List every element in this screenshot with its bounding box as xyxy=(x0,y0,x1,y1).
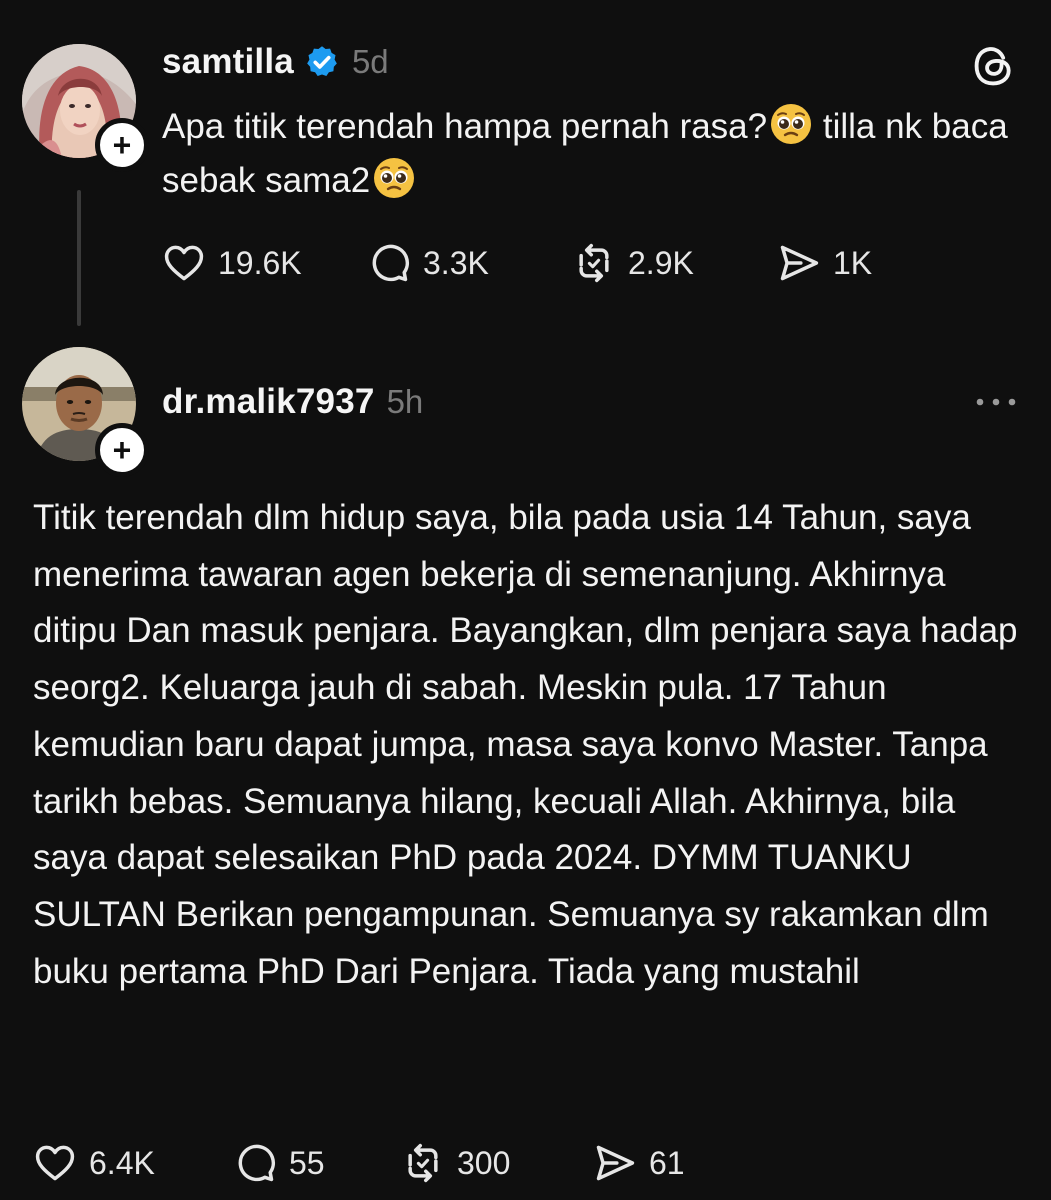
repost-icon xyxy=(579,243,609,283)
post-timestamp: 5d xyxy=(351,43,389,80)
parent-post-text: Apa titik terendah hampa pernah rasa? ti… xyxy=(162,100,1022,208)
parent-post-actions: 19.6K 3.3K 2.9K 1K xyxy=(162,238,872,288)
verified-badge-icon xyxy=(307,46,337,76)
like-button[interactable]: 6.4K xyxy=(33,1141,233,1185)
reply-post-text: Titik terendah dlm hidup saya, bila pada… xyxy=(33,498,1028,991)
repost-count: 300 xyxy=(457,1144,511,1181)
reply-post-header: dr.malik7937 5h xyxy=(162,382,423,422)
reply-count: 3.3K xyxy=(423,244,489,281)
more-horizontal-icon[interactable] xyxy=(974,392,1018,412)
heart-icon xyxy=(164,245,204,281)
follow-plus-icon[interactable]: + xyxy=(95,118,149,172)
share-count: 1K xyxy=(833,244,873,281)
heart-icon xyxy=(35,1145,75,1181)
username[interactable]: dr.malik7937 xyxy=(162,382,375,422)
follow-plus-icon[interactable]: + xyxy=(95,423,149,477)
like-button[interactable]: 19.6K xyxy=(162,241,367,285)
parent-post-header: samtilla 5d xyxy=(162,42,389,82)
pleading-face-emoji-icon xyxy=(771,104,812,144)
repost-button[interactable]: 300 xyxy=(401,1141,593,1185)
share-button[interactable]: 1K xyxy=(777,241,872,285)
repost-icon xyxy=(408,1143,438,1183)
reply-post-actions: 6.4K 55 300 61 xyxy=(33,1138,685,1188)
post-text-segment: Apa titik terendah hampa pernah rasa? xyxy=(162,107,768,146)
comment-icon xyxy=(372,244,410,282)
reply-button[interactable]: 3.3K xyxy=(367,241,572,285)
threads-logo-icon[interactable] xyxy=(972,44,1016,88)
send-icon xyxy=(780,245,819,281)
repost-button[interactable]: 2.9K xyxy=(572,241,777,285)
pleading-face-emoji-icon xyxy=(374,158,415,198)
like-count: 6.4K xyxy=(89,1144,155,1181)
repost-count: 2.9K xyxy=(628,244,694,281)
like-count: 19.6K xyxy=(218,244,302,281)
reply-button[interactable]: 55 xyxy=(233,1141,401,1185)
share-button[interactable]: 61 xyxy=(593,1141,685,1185)
reply-count: 55 xyxy=(289,1144,325,1181)
send-icon xyxy=(596,1145,635,1181)
post-timestamp: 5h xyxy=(386,383,424,420)
comment-icon xyxy=(238,1144,276,1182)
thread-connector-line xyxy=(77,190,81,326)
share-count: 61 xyxy=(649,1144,685,1181)
username[interactable]: samtilla xyxy=(162,42,294,82)
